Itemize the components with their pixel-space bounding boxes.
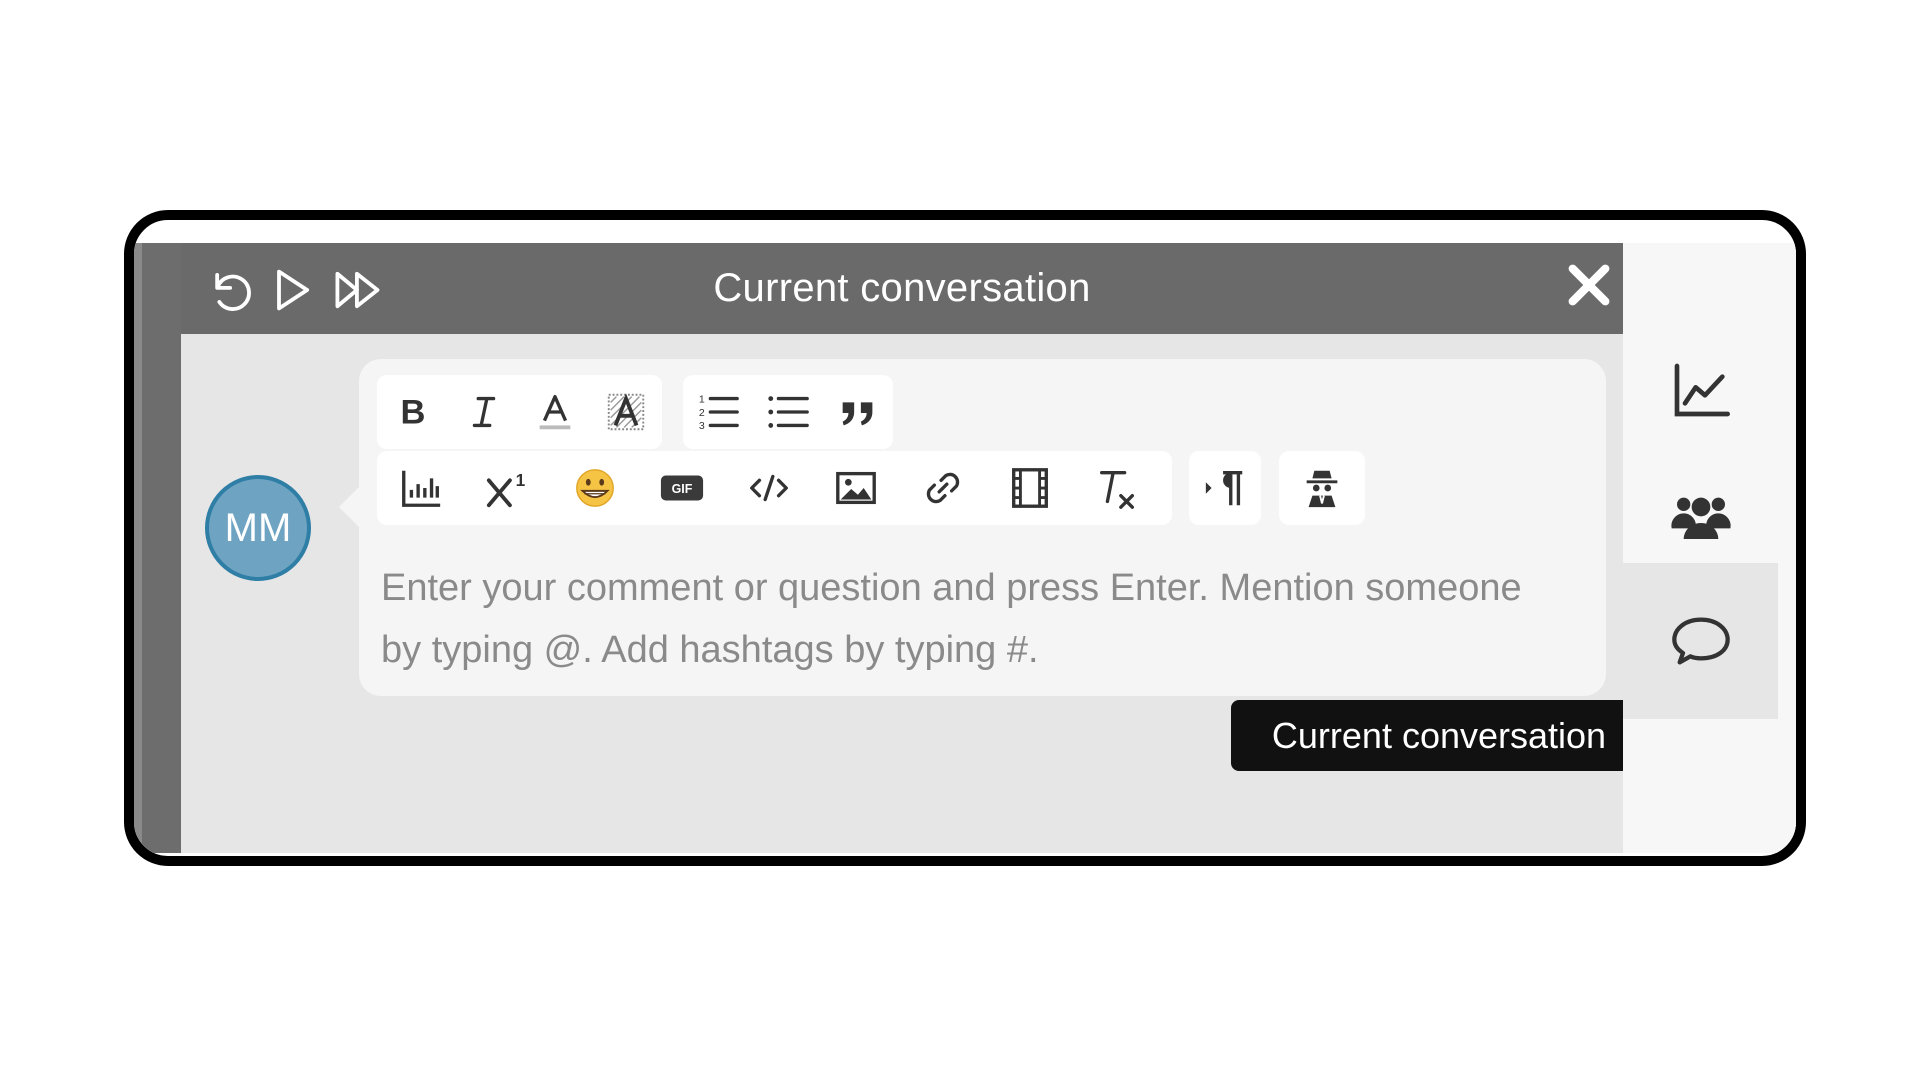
link-button[interactable] <box>899 451 986 525</box>
anonymous-group <box>1279 451 1365 525</box>
format-group: B <box>377 375 662 449</box>
clear-format-button[interactable] <box>1073 451 1160 525</box>
chart-button[interactable] <box>377 451 464 525</box>
gif-button[interactable]: GIF <box>638 451 725 525</box>
ordered-list-icon: 1 2 3 <box>699 393 739 432</box>
sidebar-item-current-conversation[interactable] <box>1623 563 1778 719</box>
gif-icon: GIF <box>660 475 703 501</box>
bold-icon: B <box>400 394 425 432</box>
panel-title: Current conversation <box>713 266 1091 310</box>
analytics-chart-icon <box>1674 363 1730 417</box>
video-button[interactable] <box>986 451 1073 525</box>
bold-button[interactable]: B <box>377 375 448 449</box>
text-color-icon <box>539 394 571 430</box>
italic-button[interactable] <box>448 375 519 449</box>
image-button[interactable] <box>812 451 899 525</box>
people-icon <box>1670 497 1731 539</box>
insert-group: 1 GIF <box>377 451 1172 525</box>
sidebar-item-analytics[interactable] <box>1623 328 1778 452</box>
left-edge-strip <box>134 243 181 853</box>
anonymous-icon <box>1306 470 1338 508</box>
svg-text:3: 3 <box>699 420 705 432</box>
highlight-color-icon <box>608 393 645 431</box>
paragraph-icon <box>1205 470 1243 506</box>
blockquote-button[interactable] <box>823 375 893 449</box>
svg-text:GIF: GIF <box>671 482 692 496</box>
highlight-color-button[interactable] <box>591 375 662 449</box>
panel-titlebar: Current conversation <box>181 243 1623 334</box>
app-window: Current conversation MM B 1 2 3 1 GIF En… <box>134 243 1796 853</box>
conversation-panel: Current conversation MM B 1 2 3 1 GIF En… <box>181 243 1663 853</box>
app-frame: Current conversation MM B 1 2 3 1 GIF En… <box>124 210 1806 866</box>
chat-bubble-icon <box>1671 617 1730 665</box>
chart-icon <box>401 470 440 507</box>
ordered-list-button[interactable]: 1 2 3 <box>683 375 753 449</box>
tooltip: Current conversation <box>1231 700 1663 771</box>
anonymous-button[interactable] <box>1279 451 1365 525</box>
comment-editor[interactable]: B 1 2 3 1 GIF Enter your comment or ques… <box>339 359 1606 696</box>
comment-input-placeholder[interactable]: Enter your comment or question and press… <box>381 557 1571 681</box>
close-icon <box>1568 264 1610 306</box>
blockquote-icon <box>842 402 873 426</box>
link-icon <box>926 472 959 504</box>
sidebar-item-participants[interactable] <box>1623 453 1778 577</box>
bullet-list-button[interactable] <box>753 375 823 449</box>
code-icon <box>749 474 788 502</box>
clear-format-icon <box>1099 470 1134 509</box>
svg-text:2: 2 <box>699 407 705 419</box>
avatar: MM <box>205 475 311 581</box>
image-icon <box>835 471 876 505</box>
close-button[interactable] <box>1561 257 1617 313</box>
svg-text:1: 1 <box>699 393 705 405</box>
code-button[interactable] <box>725 451 812 525</box>
bullet-list-icon <box>768 396 809 428</box>
text-color-button[interactable] <box>520 375 591 449</box>
list-group: 1 2 3 <box>683 375 893 449</box>
paragraph-group <box>1189 451 1261 525</box>
svg-text:1: 1 <box>515 470 525 490</box>
svg-text:B: B <box>400 394 425 432</box>
video-icon <box>1011 468 1048 508</box>
superscript-button[interactable]: 1 <box>464 451 551 525</box>
emoji-button[interactable] <box>551 451 638 525</box>
emoji-icon <box>575 469 614 507</box>
italic-icon <box>472 396 496 428</box>
superscript-icon: 1 <box>486 470 525 508</box>
paragraph-button[interactable] <box>1189 451 1261 525</box>
right-sidebar <box>1623 243 1796 853</box>
